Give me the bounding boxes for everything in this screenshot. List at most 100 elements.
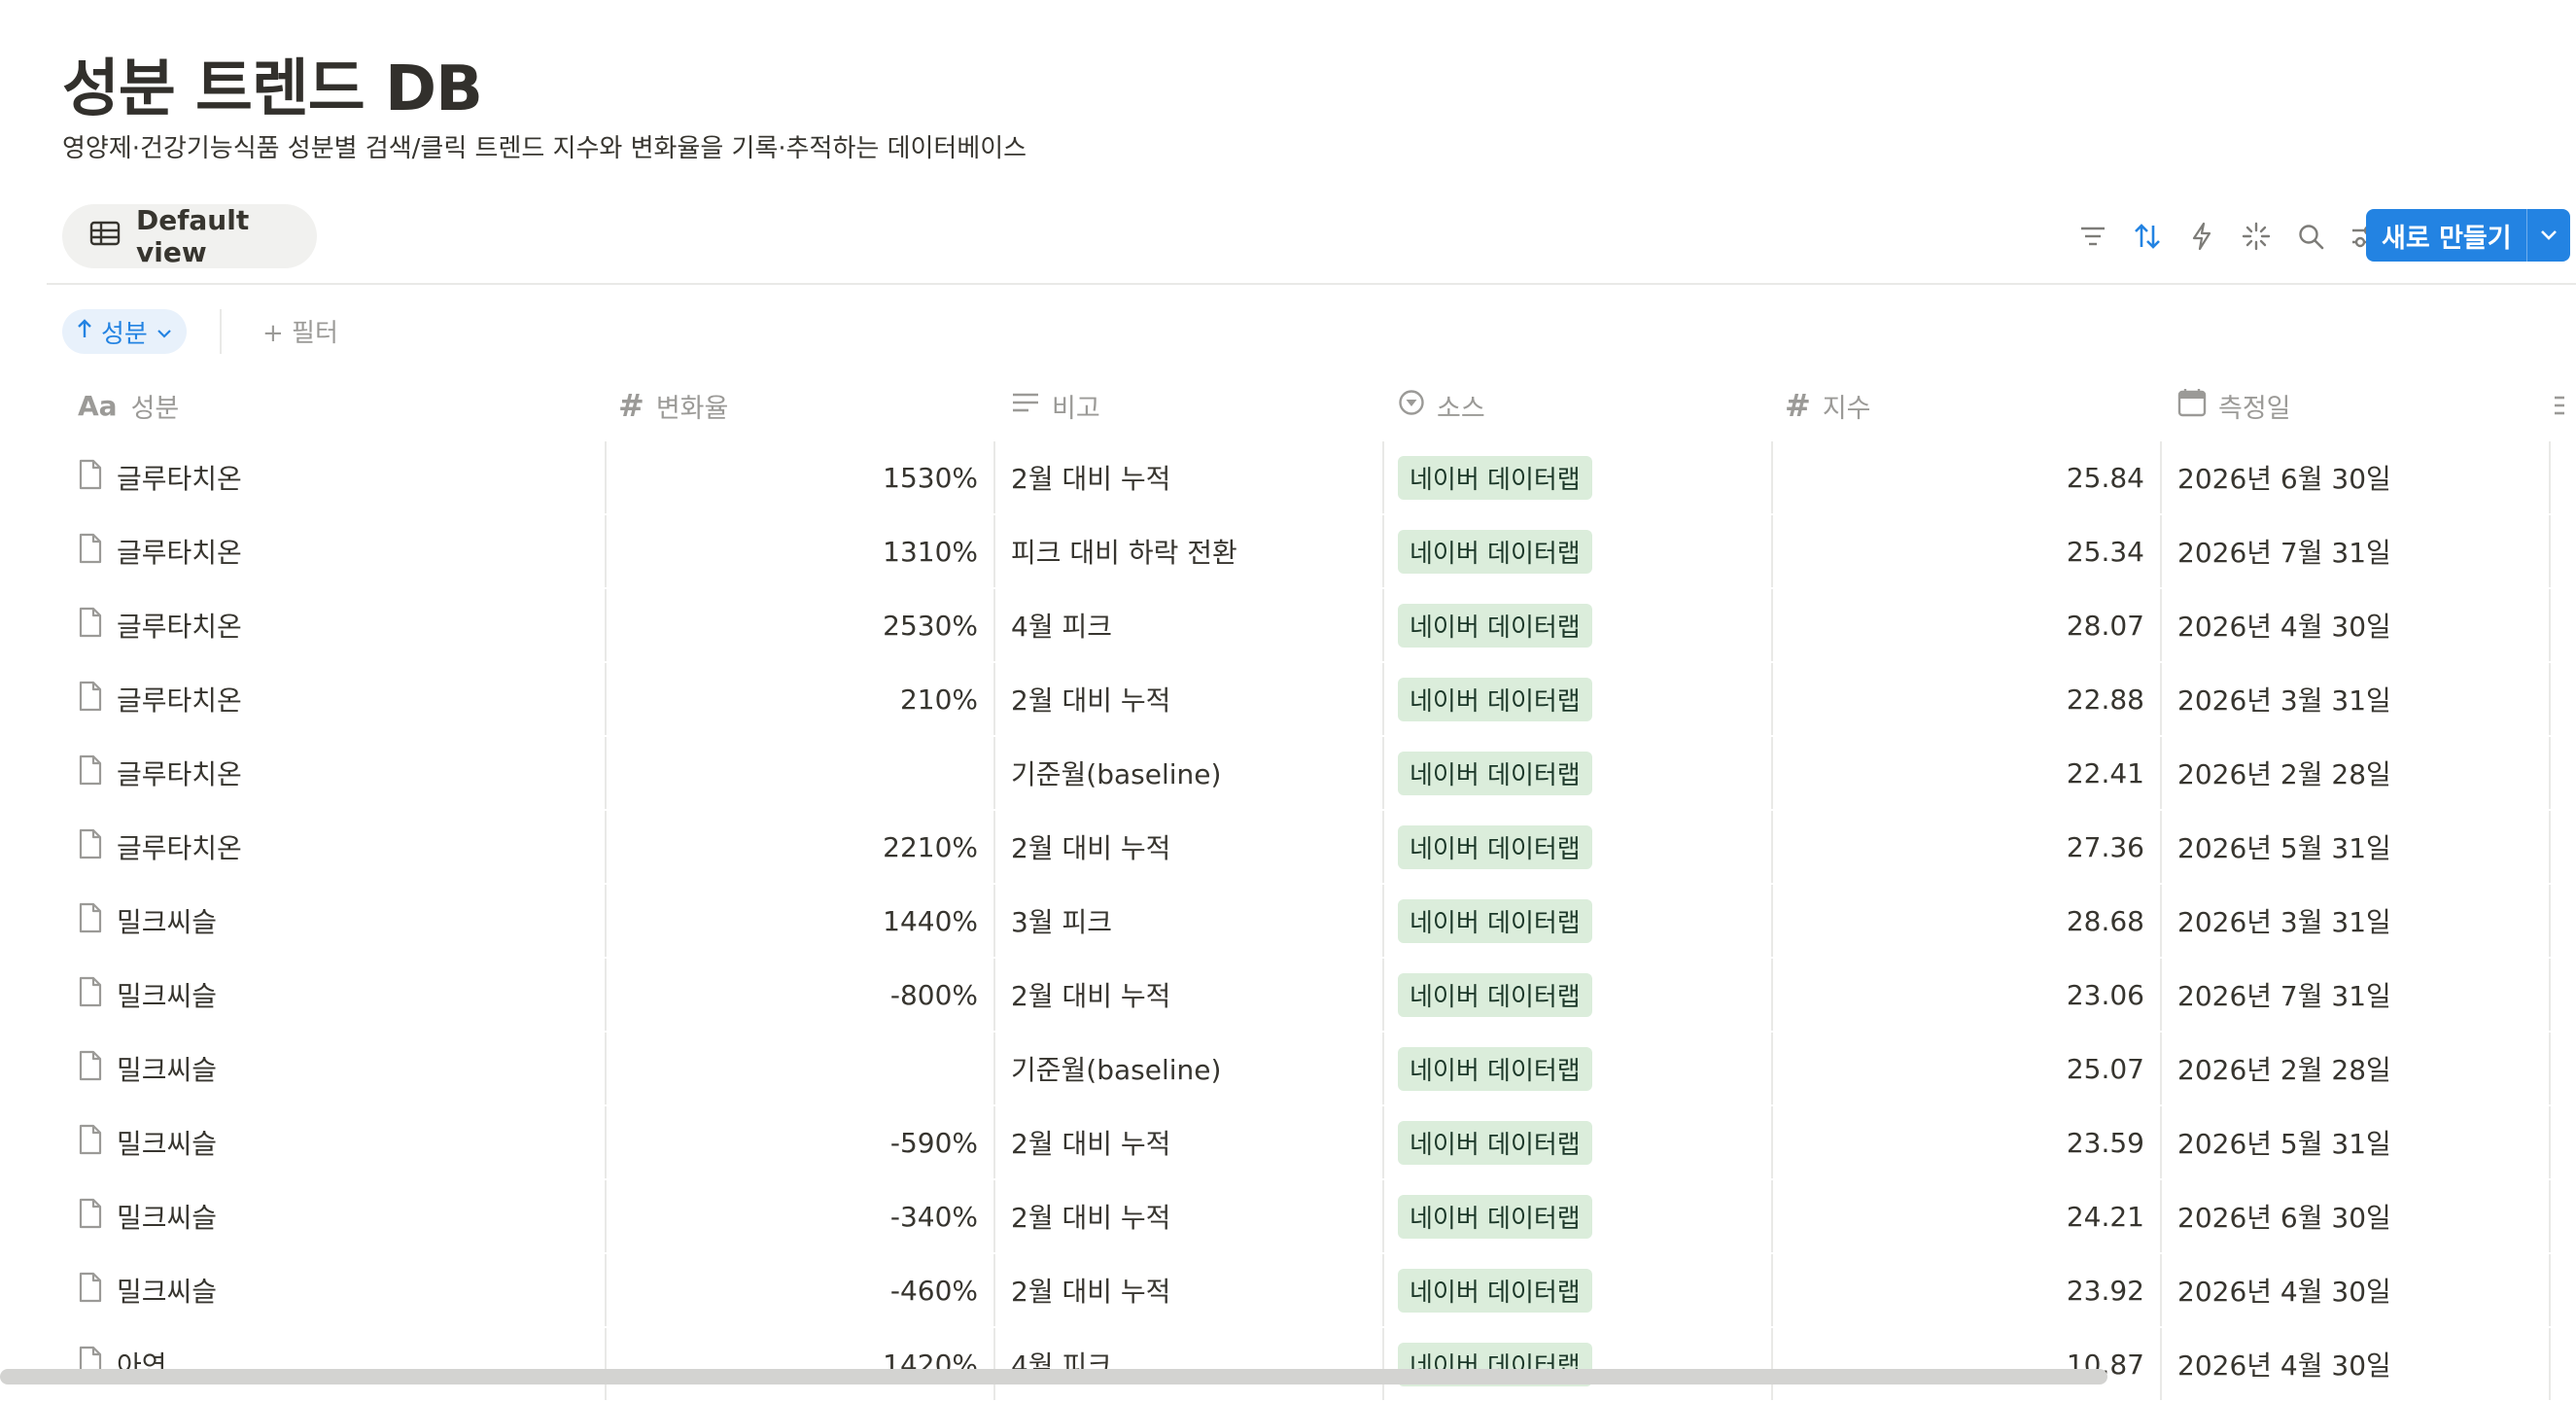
filter-icon[interactable] [2076,220,2109,253]
sort-icon[interactable] [2131,220,2164,253]
add-filter-button[interactable]: + 필터 [262,313,338,349]
cell-index[interactable]: 28.07 [1773,589,2162,661]
cell-index[interactable]: 22.41 [1773,737,2162,809]
cell-index[interactable]: 23.59 [1773,1106,2162,1178]
cell-note[interactable]: 2월 대비 누적 [995,1106,1384,1178]
sparkle-icon[interactable] [2240,220,2273,253]
cell-source[interactable]: 네이버 데이터랩 [1384,441,1773,513]
chevron-down-icon[interactable] [2527,228,2570,242]
cell-date[interactable]: 2026년 4월 30일 [2162,589,2551,661]
cell-date[interactable]: 2026년 6월 30일 [2162,441,2551,513]
cell-change[interactable]: 1440% [607,885,995,957]
cell-name[interactable]: 밀크씨슬 [62,1254,607,1326]
cell-date[interactable]: 2026년 7월 31일 [2162,515,2551,587]
cell-source[interactable]: 네이버 데이터랩 [1384,1328,1773,1400]
cell-index[interactable]: 25.07 [1773,1033,2162,1104]
cell-note[interactable]: 4월 피크 [995,589,1384,661]
cell-index[interactable]: 27.36 [1773,811,2162,883]
cell-change[interactable]: 1530% [607,441,995,513]
cell-date[interactable]: 2026년 2월 28일 [2162,1033,2551,1104]
cell-change[interactable]: -340% [607,1180,995,1252]
cell-date[interactable]: 2026년 4월 30일 [2162,1328,2551,1400]
cell-change[interactable]: -460% [607,1254,995,1326]
cell-date[interactable]: 2026년 3월 31일 [2162,885,2551,957]
cell-name[interactable]: 글루타치온 [62,663,607,735]
cell-note[interactable]: 기준월(baseline) [995,1033,1384,1104]
column-header-index[interactable]: # 지수 [1773,371,2162,439]
cell-change[interactable]: 1310% [607,515,995,587]
cell-note[interactable]: 4월 피크 [995,1328,1384,1400]
cell-index[interactable]: 24.21 [1773,1180,2162,1252]
cell-name[interactable]: 글루타치온 [62,441,607,513]
cell-change[interactable]: -590% [607,1106,995,1178]
cell-name[interactable]: 밀크씨슬 [62,1180,607,1252]
lightning-icon[interactable] [2185,220,2218,253]
cell-index[interactable]: 25.84 [1773,441,2162,513]
cell-source[interactable]: 네이버 데이터랩 [1384,1254,1773,1326]
cell-note[interactable]: 2월 대비 누적 [995,663,1384,735]
cell-source[interactable]: 네이버 데이터랩 [1384,589,1773,661]
cell-name[interactable]: 밀크씨슬 [62,1033,607,1104]
cell-name[interactable]: 밀크씨슬 [62,885,607,957]
cell-source[interactable]: 네이버 데이터랩 [1384,663,1773,735]
cell-index[interactable]: 23.92 [1773,1254,2162,1326]
cell-index[interactable]: 25.34 [1773,515,2162,587]
column-header-overflow[interactable] [2551,371,2576,439]
cell-date[interactable]: 2026년 7월 31일 [2162,959,2551,1031]
horizontal-scrollbar[interactable] [0,1369,2107,1384]
default-view-tab[interactable]: Default view [62,204,317,268]
cell-note[interactable]: 피크 대비 하락 전환 [995,515,1384,587]
column-header-change[interactable]: # 변화율 [607,371,995,439]
cell-note[interactable]: 2월 대비 누적 [995,441,1384,513]
column-header-date[interactable]: 측정일 [2162,371,2551,439]
cell-source[interactable]: 네이버 데이터랩 [1384,515,1773,587]
cell-note[interactable]: 3월 피크 [995,885,1384,957]
cell-date[interactable]: 2026년 3월 31일 [2162,663,2551,735]
cell-change[interactable]: 2210% [607,811,995,883]
cell-change[interactable]: 210% [607,663,995,735]
cell-name[interactable]: 글루타치온 [62,737,607,809]
cell-note[interactable]: 2월 대비 누적 [995,959,1384,1031]
cell-source[interactable]: 네이버 데이터랩 [1384,885,1773,957]
cell-name[interactable]: 밀크씨슬 [62,1106,607,1178]
cell-source[interactable]: 네이버 데이터랩 [1384,1033,1773,1104]
cell-note[interactable]: 기준월(baseline) [995,737,1384,809]
search-icon[interactable] [2294,220,2327,253]
cell-name[interactable]: 아연 [62,1328,607,1400]
cell-change[interactable]: 2530% [607,589,995,661]
column-header-note[interactable]: 비고 [995,371,1384,439]
cell-note[interactable]: 2월 대비 누적 [995,811,1384,883]
column-header-name[interactable]: Aa 성분 [62,371,607,439]
cell-overflow [2551,811,2576,883]
cell-index[interactable]: 28.68 [1773,885,2162,957]
cell-index[interactable]: 23.06 [1773,959,2162,1031]
cell-name[interactable]: 밀크씨슬 [62,959,607,1031]
source-tag: 네이버 데이터랩 [1398,972,1592,1017]
cell-change[interactable]: -800% [607,959,995,1031]
cell-name[interactable]: 글루타치온 [62,589,607,661]
cell-change[interactable] [607,1033,995,1104]
cell-index[interactable]: 10.87 [1773,1328,2162,1400]
cell-date[interactable]: 2026년 2월 28일 [2162,737,2551,809]
column-header-source[interactable]: 소스 [1384,371,1773,439]
source-tag: 네이버 데이터랩 [1398,603,1592,648]
cell-index[interactable]: 22.88 [1773,663,2162,735]
sort-chip[interactable]: 성분 [62,309,187,354]
cell-change[interactable]: 1420% [607,1328,995,1400]
cell-source[interactable]: 네이버 데이터랩 [1384,737,1773,809]
cell-date[interactable]: 2026년 6월 30일 [2162,1180,2551,1252]
new-button[interactable]: 새로 만들기 [2366,209,2570,262]
cell-note[interactable]: 2월 대비 누적 [995,1254,1384,1326]
cell-name[interactable]: 글루타치온 [62,811,607,883]
cell-source[interactable]: 네이버 데이터랩 [1384,959,1773,1031]
cell-source[interactable]: 네이버 데이터랩 [1384,1106,1773,1178]
source-tag: 네이버 데이터랩 [1398,1046,1592,1091]
cell-source[interactable]: 네이버 데이터랩 [1384,1180,1773,1252]
cell-source[interactable]: 네이버 데이터랩 [1384,811,1773,883]
cell-date[interactable]: 2026년 5월 31일 [2162,1106,2551,1178]
cell-date[interactable]: 2026년 5월 31일 [2162,811,2551,883]
cell-name[interactable]: 글루타치온 [62,515,607,587]
cell-change[interactable] [607,737,995,809]
cell-note[interactable]: 2월 대비 누적 [995,1180,1384,1252]
cell-date[interactable]: 2026년 4월 30일 [2162,1254,2551,1326]
